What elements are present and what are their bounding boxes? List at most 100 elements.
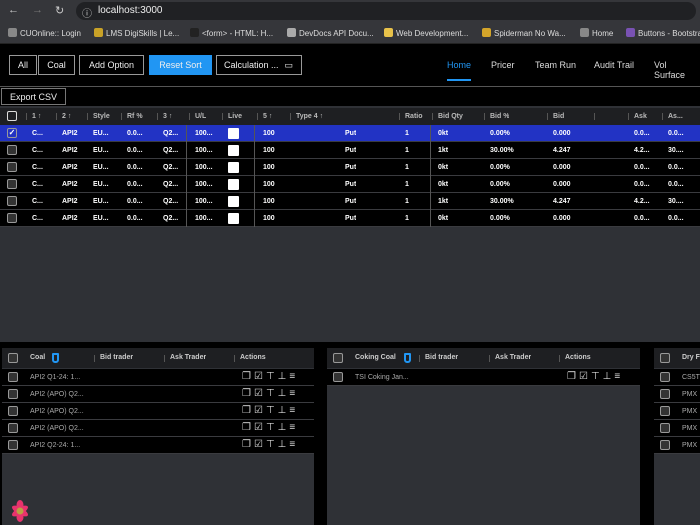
copy-icon[interactable]: ❐: [242, 371, 254, 382]
move-bottom-icon[interactable]: ⊥: [278, 405, 290, 416]
row-checkbox[interactable]: [7, 179, 17, 189]
live-checkbox[interactable]: [228, 162, 239, 173]
tab-home[interactable]: Home: [447, 60, 471, 70]
column-resize-handle[interactable]: [257, 113, 258, 120]
all-button[interactable]: All: [9, 55, 37, 75]
column-resize-handle[interactable]: [484, 113, 485, 120]
column-resize-handle[interactable]: [164, 355, 165, 362]
menu-icon[interactable]: ≡: [289, 371, 298, 382]
move-top-icon[interactable]: ⊤: [266, 405, 278, 416]
row-checkbox[interactable]: [333, 372, 343, 382]
export-csv-button[interactable]: Export CSV: [1, 88, 66, 105]
column-resize-handle[interactable]: [489, 355, 490, 362]
bookmark[interactable]: DevDocs API Docu...: [287, 28, 374, 38]
reset-sort-button[interactable]: Reset Sort: [149, 55, 212, 75]
calculation-date-picker[interactable]: Calculation ...▭: [216, 55, 302, 75]
column-header[interactable]: 2 ↑: [62, 108, 71, 125]
column-header[interactable]: U/L: [195, 108, 206, 125]
row-checkbox[interactable]: [7, 213, 17, 223]
list-item[interactable]: API2 (APO) Q2...❐☑⊤⊥≡: [2, 420, 314, 437]
row-checkbox[interactable]: [8, 406, 18, 416]
reload-icon[interactable]: ↻: [55, 4, 64, 17]
row-checkbox[interactable]: [660, 423, 670, 433]
edit-icon[interactable]: ☑: [254, 371, 266, 382]
column-header[interactable]: Live: [228, 108, 242, 125]
column-resize-handle[interactable]: [222, 113, 223, 120]
column-resize-handle[interactable]: [290, 113, 291, 120]
column-resize-handle[interactable]: [662, 113, 663, 120]
row-checkbox[interactable]: [7, 145, 17, 155]
list-item[interactable]: PMX: [654, 403, 700, 420]
copy-icon[interactable]: ❐: [242, 405, 254, 416]
bookmark[interactable]: LMS DigiSkills | Le...: [94, 28, 179, 38]
list-item[interactable]: TSI Coking Jan...❐☑⊤⊥≡: [327, 369, 640, 386]
select-all-checkbox[interactable]: [7, 111, 17, 121]
list-item[interactable]: PMX: [654, 437, 700, 454]
move-bottom-icon[interactable]: ⊥: [278, 439, 290, 450]
select-all-checkbox[interactable]: [8, 353, 18, 363]
column-resize-handle[interactable]: [419, 355, 420, 362]
column-header-ask-trader[interactable]: Ask Trader: [495, 349, 531, 366]
list-item[interactable]: PMX: [654, 386, 700, 403]
select-all-checkbox[interactable]: [660, 353, 670, 363]
column-resize-handle[interactable]: [157, 113, 158, 120]
row-checkbox[interactable]: [660, 406, 670, 416]
row-checkbox[interactable]: [8, 389, 18, 399]
tab-audit-trail[interactable]: Audit Trail: [594, 60, 634, 70]
column-header[interactable]: Bid Qty: [438, 108, 463, 125]
column-resize-handle[interactable]: [628, 113, 629, 120]
edit-icon[interactable]: ☑: [254, 405, 266, 416]
edit-icon[interactable]: ☑: [254, 388, 266, 399]
bookmark[interactable]: Home: [580, 28, 613, 38]
row-checkbox[interactable]: [8, 372, 18, 382]
menu-icon[interactable]: ≡: [289, 388, 298, 399]
table-row[interactable]: C...API2EU...0.0...Q2...100...100Put11kt…: [0, 142, 700, 159]
back-icon[interactable]: ←: [8, 4, 19, 16]
column-header[interactable]: Ratio: [405, 108, 423, 125]
list-item[interactable]: API2 (APO) Q2...❐☑⊤⊥≡: [2, 386, 314, 403]
edit-icon[interactable]: ☑: [254, 439, 266, 450]
row-checkbox[interactable]: [7, 196, 17, 206]
column-resize-handle[interactable]: [559, 355, 560, 362]
column-resize-handle[interactable]: [189, 113, 190, 120]
list-item[interactable]: API2 Q2-24: 1...❐☑⊤⊥≡: [2, 437, 314, 454]
column-header[interactable]: 1 ↑: [32, 108, 41, 125]
column-header-actions[interactable]: Actions: [565, 349, 591, 366]
bookmark[interactable]: CUOnline:: Login: [8, 28, 81, 38]
column-resize-handle[interactable]: [56, 113, 57, 120]
forward-icon[interactable]: →: [32, 4, 43, 16]
row-checkbox[interactable]: [7, 162, 17, 172]
table-row[interactable]: C...API2EU...0.0...Q2...100...100Put10kt…: [0, 176, 700, 193]
live-checkbox[interactable]: [228, 213, 239, 224]
select-all-checkbox[interactable]: [333, 353, 343, 363]
row-checkbox[interactable]: [660, 389, 670, 399]
menu-icon[interactable]: ≡: [289, 439, 298, 450]
live-checkbox[interactable]: [228, 128, 239, 139]
menu-icon[interactable]: ≡: [614, 371, 623, 382]
tab-pricer[interactable]: Pricer: [491, 60, 515, 70]
column-header[interactable]: Bid: [553, 108, 564, 125]
tab-team-run[interactable]: Team Run: [535, 60, 576, 70]
table-row[interactable]: ✓C...API2EU...0.0...Q2...100...100Put10k…: [0, 125, 700, 142]
row-checkbox[interactable]: ✓: [7, 128, 17, 138]
move-bottom-icon[interactable]: ⊥: [278, 371, 290, 382]
column-header-actions[interactable]: Actions: [240, 349, 266, 366]
column-header[interactable]: Rf %: [127, 108, 143, 125]
copy-icon[interactable]: ❐: [242, 422, 254, 433]
column-resize-handle[interactable]: [94, 355, 95, 362]
column-resize-handle[interactable]: [432, 113, 433, 120]
move-top-icon[interactable]: ⊤: [266, 388, 278, 399]
column-resize-handle[interactable]: [547, 113, 548, 120]
column-header[interactable]: As...: [668, 108, 683, 125]
table-row[interactable]: C...API2EU...0.0...Q2...100...100Put10kt…: [0, 210, 700, 227]
menu-icon[interactable]: ≡: [289, 405, 298, 416]
menu-icon[interactable]: ≡: [289, 422, 298, 433]
list-item[interactable]: CS5T: [654, 369, 700, 386]
list-item[interactable]: API2 Q1-24: 1...❐☑⊤⊥≡: [2, 369, 314, 386]
bookmark[interactable]: Buttons - Bootstrap: [626, 28, 700, 38]
move-bottom-icon[interactable]: ⊥: [278, 388, 290, 399]
column-header[interactable]: Bid %: [490, 108, 509, 125]
column-header[interactable]: Type 4 ↑: [296, 108, 323, 125]
move-top-icon[interactable]: ⊤: [266, 371, 278, 382]
table-row[interactable]: C...API2EU...0.0...Q2...100...100Put10kt…: [0, 159, 700, 176]
